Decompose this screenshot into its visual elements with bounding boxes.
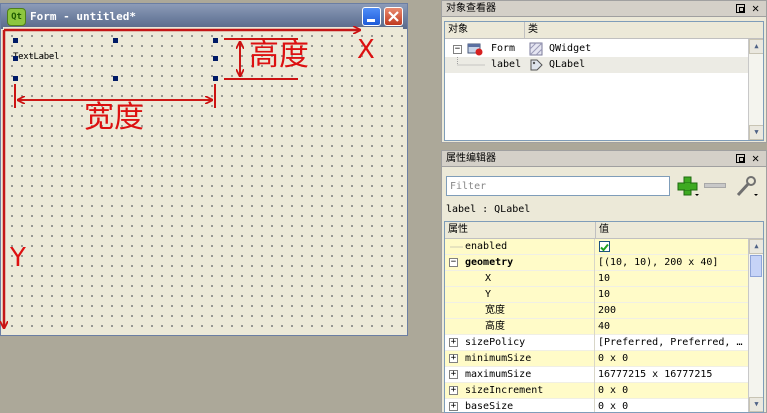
- property-value: 200: [598, 305, 617, 316]
- column-header-object[interactable]: 对象: [445, 22, 525, 38]
- tree-class-name: QWidget: [549, 43, 592, 54]
- property-name: baseSize: [465, 401, 514, 412]
- qlabel-class-icon: [530, 59, 543, 71]
- column-header-label: 属性: [448, 224, 468, 235]
- float-icon[interactable]: [736, 4, 745, 13]
- property-name: 高度: [485, 321, 505, 332]
- scroll-up-icon[interactable]: ▲: [749, 39, 763, 54]
- property-row-minimumsize[interactable]: + minimumSize 0 x 0: [445, 351, 749, 367]
- filter-input[interactable]: [446, 176, 670, 196]
- property-row-sizepolicy[interactable]: + sizePolicy [Preferred, Preferred, …: [445, 335, 749, 351]
- property-name: Y: [485, 289, 492, 300]
- column-header-label: 值: [599, 224, 609, 235]
- float-icon[interactable]: [736, 154, 745, 163]
- form-widget-icon: [467, 43, 483, 56]
- checkmark-icon: [600, 243, 609, 252]
- property-row-basesize[interactable]: + baseSize 0 x 0: [445, 399, 749, 412]
- expand-icon[interactable]: +: [449, 354, 458, 363]
- property-name: sizePolicy: [465, 337, 526, 348]
- object-inspector-title: 对象查看器: [446, 3, 496, 14]
- property-row-x[interactable]: X 10: [445, 271, 749, 287]
- x-axis-label: X: [357, 35, 375, 65]
- object-class-label: label : QLabel: [446, 204, 531, 215]
- property-name: 宽度: [485, 305, 505, 316]
- property-name: sizeIncrement: [465, 385, 544, 396]
- tree-object-name: label: [491, 59, 522, 70]
- tree-branch-line: [457, 57, 485, 66]
- property-row-width[interactable]: 宽度 200: [445, 303, 749, 319]
- column-header-property[interactable]: 属性: [445, 222, 596, 238]
- close-icon[interactable]: ✕: [752, 151, 759, 166]
- object-tree: 对象 类 − Form QWidget label QLabel ▲ ▼: [444, 21, 764, 141]
- expand-icon[interactable]: +: [449, 386, 458, 395]
- scroll-down-icon[interactable]: ▼: [749, 397, 763, 412]
- object-inspector-panel: 对象查看器 ✕ 对象 类 − Form QWidget label QLabel…: [441, 0, 767, 143]
- property-value: 16777215 x 16777215: [598, 369, 713, 380]
- property-name: minimumSize: [465, 353, 532, 364]
- property-value: 0 x 0: [598, 401, 629, 412]
- property-table-header: 属性 值: [445, 222, 763, 239]
- column-header-label: 对象: [448, 24, 468, 35]
- property-row-enabled[interactable]: enabled: [445, 239, 749, 255]
- y-axis-label: Y: [10, 243, 26, 273]
- property-row-sizeincrement[interactable]: + sizeIncrement 0 x 0: [445, 383, 749, 399]
- expand-icon[interactable]: +: [449, 370, 458, 379]
- remove-property-button[interactable]: [704, 183, 726, 188]
- plus-icon: [677, 176, 699, 196]
- collapse-icon[interactable]: −: [449, 258, 458, 267]
- object-inspector-titlebar[interactable]: 对象查看器 ✕: [442, 1, 766, 17]
- property-name: maximumSize: [465, 369, 532, 380]
- property-value: 10: [598, 289, 611, 300]
- width-annotation: 宽度: [84, 100, 144, 135]
- annotation-arrows: [0, 0, 408, 336]
- scroll-thumb[interactable]: [750, 255, 762, 277]
- tree-object-name: Form: [491, 43, 516, 54]
- property-value: 10: [598, 273, 611, 284]
- enabled-checkbox[interactable]: [599, 241, 610, 252]
- property-table: 属性 值 enabled − geometry [(10, 10), 200 x…: [444, 221, 764, 413]
- add-property-button[interactable]: [676, 175, 700, 197]
- property-name: enabled: [465, 241, 508, 252]
- expand-icon[interactable]: +: [449, 338, 458, 347]
- tree-branch-line: [450, 246, 463, 248]
- wrench-icon: [736, 176, 758, 197]
- property-row-height[interactable]: 高度 40: [445, 319, 749, 335]
- object-tree-scrollbar[interactable]: ▲ ▼: [748, 39, 763, 140]
- property-editor-panel: 属性编辑器 ✕ label : QLabel 属性 值 enabled: [441, 150, 767, 413]
- tree-row-label[interactable]: label QLabel: [445, 57, 749, 73]
- property-name: X: [485, 273, 492, 284]
- property-value: [Preferred, Preferred, …: [598, 337, 743, 348]
- property-value: [(10, 10), 200 x 40]: [598, 257, 719, 268]
- column-header-label: 类: [528, 24, 538, 35]
- close-icon[interactable]: ✕: [752, 1, 759, 16]
- property-row-geometry[interactable]: − geometry [(10, 10), 200 x 40]: [445, 255, 749, 271]
- height-annotation: 高度: [249, 38, 309, 73]
- property-editor-title: 属性编辑器: [446, 153, 496, 164]
- property-table-scrollbar[interactable]: ▲ ▼: [748, 239, 763, 412]
- property-name: geometry: [465, 257, 514, 268]
- configure-button[interactable]: [734, 175, 758, 197]
- object-tree-header: 对象 类: [445, 22, 763, 39]
- column-header-value[interactable]: 值: [596, 222, 749, 238]
- property-editor-titlebar[interactable]: 属性编辑器 ✕: [442, 151, 766, 167]
- column-header-class[interactable]: 类: [525, 22, 749, 38]
- collapse-icon[interactable]: −: [453, 45, 462, 54]
- qwidget-class-icon: [529, 42, 543, 56]
- tree-row-form[interactable]: − Form QWidget: [445, 41, 749, 57]
- property-value: 0 x 0: [598, 385, 629, 396]
- tree-class-name: QLabel: [549, 59, 586, 70]
- scroll-down-icon[interactable]: ▼: [749, 125, 763, 140]
- property-value: 0 x 0: [598, 353, 629, 364]
- scroll-up-icon[interactable]: ▲: [749, 239, 763, 254]
- expand-icon[interactable]: +: [449, 402, 458, 411]
- property-row-y[interactable]: Y 10: [445, 287, 749, 303]
- property-value: 40: [598, 321, 611, 332]
- property-row-maximumsize[interactable]: + maximumSize 16777215 x 16777215: [445, 367, 749, 383]
